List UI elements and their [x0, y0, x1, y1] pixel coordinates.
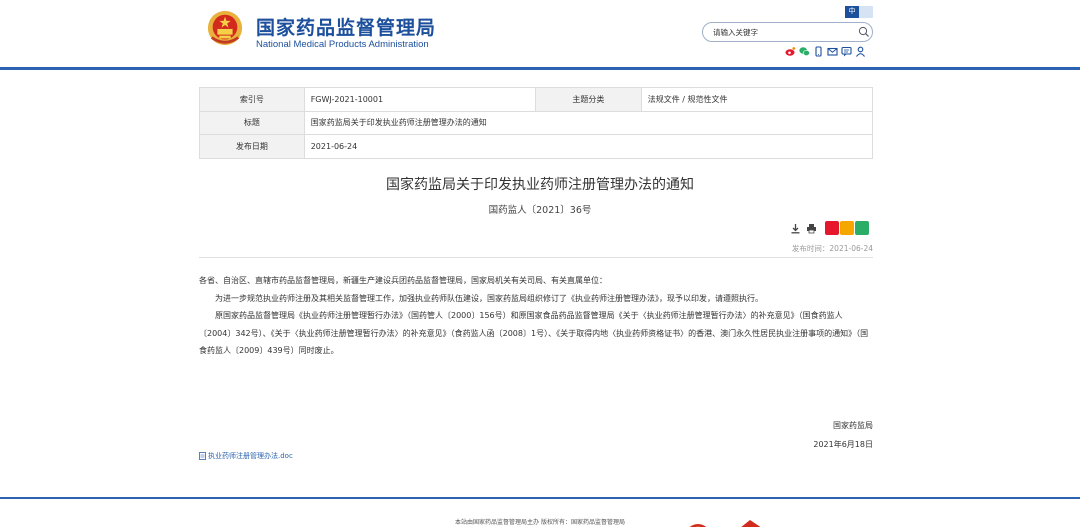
doc-file-icon	[199, 452, 206, 460]
attachment-link[interactable]: 执业药师注册管理办法.doc	[199, 451, 293, 461]
footer-copyright: 本站由国家药品监督管理局主办 版权所有：国家药品监督管理局	[455, 519, 625, 526]
article-tools	[789, 221, 869, 235]
header-divider	[0, 67, 1080, 70]
date-value: 2021-06-24	[303, 134, 874, 159]
message-icon[interactable]	[841, 46, 852, 57]
red-mark-icon	[741, 520, 761, 527]
download-icon[interactable]	[789, 222, 801, 234]
content-divider	[199, 257, 873, 258]
paragraph-1: 为进一步规范执业药师注册及其相关监督管理工作，加强执业药师队伍建设，国家药监局组…	[215, 293, 763, 303]
site-title-en[interactable]: National Medical Products Administration	[256, 39, 429, 50]
weibo-share-icon[interactable]	[825, 221, 839, 235]
social-links	[785, 46, 866, 57]
index-value: FGWJ-2021-10001	[303, 87, 537, 112]
addressee: 各省、自治区、直辖市药品监督管理局，新疆生产建设兵团药品监督管理局，国家局机关有…	[199, 276, 607, 285]
document-meta-table: 索引号 FGWJ-2021-10001 主题分类 法规文件 / 规范性文件 标题…	[199, 87, 874, 159]
table-row: 标题 国家药监局关于印发执业药师注册管理办法的通知	[199, 110, 874, 135]
wechat-icon[interactable]	[799, 46, 810, 57]
lang-en-button[interactable]	[859, 6, 873, 18]
publish-time: 发布时间：2021-06-24	[791, 244, 873, 253]
document-number: 国药监人〔2021〕36号	[488, 205, 592, 216]
print-icon[interactable]	[805, 222, 817, 234]
category-value: 法规文件 / 规范性文件	[640, 87, 874, 112]
mobile-icon[interactable]	[813, 46, 824, 57]
site-title-cn[interactable]: 国家药品监督管理局	[256, 13, 436, 40]
title-value: 国家药监局关于印发执业药师注册管理办法的通知	[303, 110, 874, 135]
paragraph-2: 原国家药品监督管理局《执业药师注册管理暂行办法》（国药管人〔2000〕156号）…	[199, 311, 869, 355]
search-box	[702, 22, 873, 42]
table-row: 发布日期 2021-06-24	[199, 134, 874, 159]
attachment-label[interactable]: 执业药师注册管理办法.doc	[208, 451, 293, 461]
weibo-icon[interactable]	[785, 46, 796, 57]
user-icon[interactable]	[855, 46, 866, 57]
lang-cn-button[interactable]: 中	[845, 6, 859, 18]
party-emblem-icon	[689, 524, 707, 527]
sign-org: 国家药监局	[833, 421, 873, 430]
national-emblem-icon[interactable]	[206, 9, 244, 47]
site-header: 国家药品监督管理局 National Medical Products Admi…	[0, 0, 1080, 68]
footer-divider	[0, 497, 1080, 499]
search-input[interactable]	[713, 27, 853, 38]
share-buttons	[825, 221, 869, 235]
language-switch: 中	[845, 6, 873, 18]
sign-date: 2021年6月18日	[813, 440, 873, 449]
table-row: 索引号 FGWJ-2021-10001 主题分类 法规文件 / 规范性文件	[199, 87, 874, 112]
article-body: 各省、自治区、直辖市药品监督管理局，新疆生产建设兵团药品监督管理局，国家局机关有…	[199, 272, 873, 360]
index-label: 索引号	[199, 87, 305, 112]
wechat-share-icon[interactable]	[855, 221, 869, 235]
qzone-share-icon[interactable]	[840, 221, 854, 235]
title-label: 标题	[199, 110, 305, 135]
category-label: 主题分类	[535, 87, 642, 112]
search-icon[interactable]	[858, 26, 870, 38]
date-label: 发布日期	[199, 134, 305, 159]
mail-icon[interactable]	[827, 46, 838, 57]
signature-block: 国家药监局 2021年6月18日	[813, 416, 873, 454]
article-title: 国家药监局关于印发执业药师注册管理办法的通知	[386, 177, 694, 193]
